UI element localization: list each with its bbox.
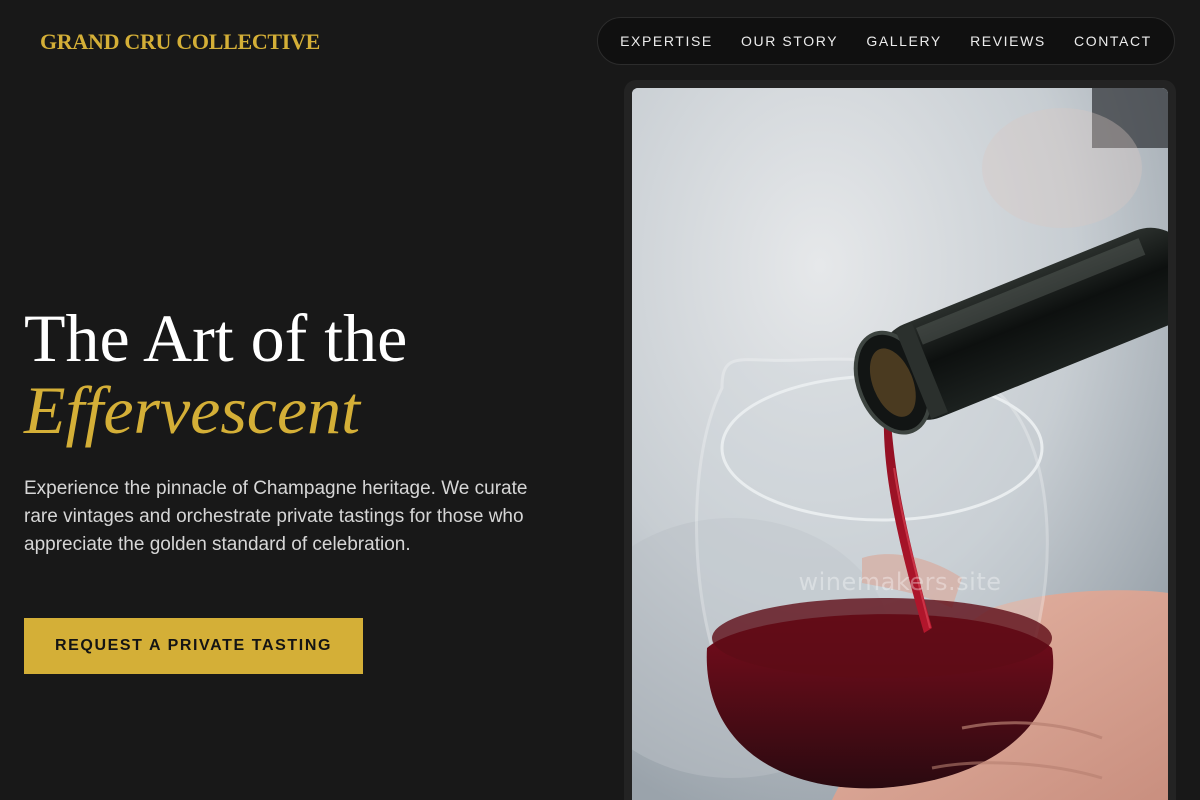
hero-image: winemakers.site [632, 88, 1168, 800]
hero-title-line1: The Art of the [24, 300, 408, 376]
page: GRAND CRU COLLECTIVE EXPERTISE OUR STORY… [0, 0, 1200, 800]
nav-item-contact[interactable]: CONTACT [1074, 33, 1152, 49]
brand-logo[interactable]: GRAND CRU COLLECTIVE [40, 29, 320, 55]
hero-title: The Art of the Effervescent [24, 302, 407, 446]
nav-item-our-story[interactable]: OUR STORY [741, 33, 838, 49]
hero-title-line2: Effervescent [24, 372, 361, 448]
nav-item-reviews[interactable]: REVIEWS [970, 33, 1046, 49]
main-nav: EXPERTISE OUR STORY GALLERY REVIEWS CONT… [597, 17, 1175, 65]
nav-item-gallery[interactable]: GALLERY [866, 33, 942, 49]
wine-pour-illustration [632, 88, 1168, 800]
hero-description: Experience the pinnacle of Champagne her… [24, 478, 528, 555]
nav-item-expertise[interactable]: EXPERTISE [620, 33, 713, 49]
request-tasting-button[interactable]: REQUEST A PRIVATE TASTING [24, 618, 363, 674]
